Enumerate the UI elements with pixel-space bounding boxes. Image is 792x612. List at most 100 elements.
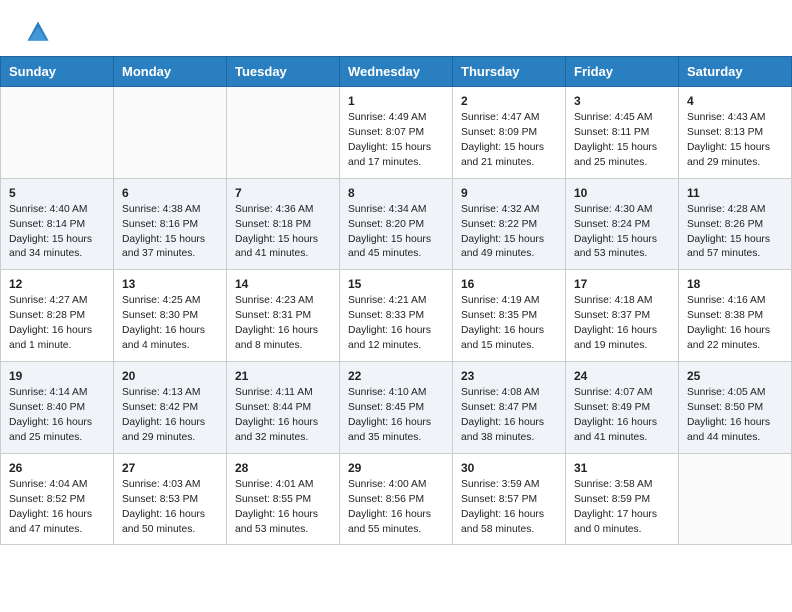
calendar-cell: 12 Sunrise: 4:27 AMSunset: 8:28 PMDayligh… <box>1 270 114 362</box>
day-info: Sunrise: 4:28 AMSunset: 8:26 PMDaylight:… <box>687 203 783 263</box>
day-number: 1 <box>348 94 444 108</box>
calendar-cell: 16 Sunrise: 4:19 AMSunset: 8:35 PMDayligh… <box>453 270 566 362</box>
day-header-saturday: Saturday <box>679 57 792 87</box>
day-info: Sunrise: 4:11 AMSunset: 8:44 PMDaylight:… <box>235 386 331 446</box>
day-info: Sunrise: 4:36 AMSunset: 8:18 PMDaylight:… <box>235 203 331 263</box>
calendar-cell <box>679 453 792 545</box>
logo-icon <box>24 18 52 46</box>
calendar-cell: 4 Sunrise: 4:43 AMSunset: 8:13 PMDaylight… <box>679 87 792 179</box>
day-info: Sunrise: 4:00 AMSunset: 8:56 PMDaylight:… <box>348 478 444 538</box>
day-number: 3 <box>574 94 670 108</box>
calendar-cell: 15 Sunrise: 4:21 AMSunset: 8:33 PMDayligh… <box>340 270 453 362</box>
day-info: Sunrise: 4:45 AMSunset: 8:11 PMDaylight:… <box>574 111 670 171</box>
calendar-cell: 26 Sunrise: 4:04 AMSunset: 8:52 PMDayligh… <box>1 453 114 545</box>
day-info: Sunrise: 3:59 AMSunset: 8:57 PMDaylight:… <box>461 478 557 538</box>
day-number: 25 <box>687 369 783 383</box>
calendar-cell: 25 Sunrise: 4:05 AMSunset: 8:50 PMDayligh… <box>679 362 792 454</box>
day-number: 21 <box>235 369 331 383</box>
day-number: 13 <box>122 277 218 291</box>
day-info: Sunrise: 4:13 AMSunset: 8:42 PMDaylight:… <box>122 386 218 446</box>
day-number: 15 <box>348 277 444 291</box>
day-number: 27 <box>122 461 218 475</box>
calendar-cell <box>227 87 340 179</box>
week-row-5: 26 Sunrise: 4:04 AMSunset: 8:52 PMDayligh… <box>1 453 792 545</box>
day-info: Sunrise: 4:04 AMSunset: 8:52 PMDaylight:… <box>9 478 105 538</box>
week-row-4: 19 Sunrise: 4:14 AMSunset: 8:40 PMDayligh… <box>1 362 792 454</box>
day-info: Sunrise: 4:18 AMSunset: 8:37 PMDaylight:… <box>574 294 670 354</box>
day-info: Sunrise: 4:21 AMSunset: 8:33 PMDaylight:… <box>348 294 444 354</box>
day-info: Sunrise: 3:58 AMSunset: 8:59 PMDaylight:… <box>574 478 670 538</box>
day-number: 12 <box>9 277 105 291</box>
day-header-tuesday: Tuesday <box>227 57 340 87</box>
day-number: 4 <box>687 94 783 108</box>
day-number: 6 <box>122 186 218 200</box>
day-number: 29 <box>348 461 444 475</box>
calendar-cell: 27 Sunrise: 4:03 AMSunset: 8:53 PMDayligh… <box>114 453 227 545</box>
day-info: Sunrise: 4:14 AMSunset: 8:40 PMDaylight:… <box>9 386 105 446</box>
calendar-cell: 17Sunrise: 4:18 AMSunset: 8:37 PMDayligh… <box>566 270 679 362</box>
day-header-wednesday: Wednesday <box>340 57 453 87</box>
day-info: Sunrise: 4:05 AMSunset: 8:50 PMDaylight:… <box>687 386 783 446</box>
calendar-cell: 28 Sunrise: 4:01 AMSunset: 8:55 PMDayligh… <box>227 453 340 545</box>
day-number: 19 <box>9 369 105 383</box>
day-info: Sunrise: 4:19 AMSunset: 8:35 PMDaylight:… <box>461 294 557 354</box>
day-info: Sunrise: 4:01 AMSunset: 8:55 PMDaylight:… <box>235 478 331 538</box>
day-info: Sunrise: 4:27 AMSunset: 8:28 PMDaylight:… <box>9 294 105 354</box>
day-info: Sunrise: 4:08 AMSunset: 8:47 PMDaylight:… <box>461 386 557 446</box>
calendar-cell: 3 Sunrise: 4:45 AMSunset: 8:11 PMDaylight… <box>566 87 679 179</box>
calendar-cell: 11 Sunrise: 4:28 AMSunset: 8:26 PMDayligh… <box>679 178 792 270</box>
calendar-table: SundayMondayTuesdayWednesdayThursdayFrid… <box>0 56 792 545</box>
logo <box>24 18 56 46</box>
day-number: 26 <box>9 461 105 475</box>
day-info: Sunrise: 4:49 AMSunset: 8:07 PMDaylight:… <box>348 111 444 171</box>
day-header-friday: Friday <box>566 57 679 87</box>
day-info: Sunrise: 4:30 AMSunset: 8:24 PMDaylight:… <box>574 203 670 263</box>
calendar-cell: 7 Sunrise: 4:36 AMSunset: 8:18 PMDaylight… <box>227 178 340 270</box>
calendar-cell: 29 Sunrise: 4:00 AMSunset: 8:56 PMDayligh… <box>340 453 453 545</box>
week-row-2: 5 Sunrise: 4:40 AMSunset: 8:14 PMDaylight… <box>1 178 792 270</box>
calendar-cell: 1 Sunrise: 4:49 AMSunset: 8:07 PMDaylight… <box>340 87 453 179</box>
day-number: 7 <box>235 186 331 200</box>
day-number: 5 <box>9 186 105 200</box>
calendar-cell: 8Sunrise: 4:34 AMSunset: 8:20 PMDaylight… <box>340 178 453 270</box>
day-info: Sunrise: 4:16 AMSunset: 8:38 PMDaylight:… <box>687 294 783 354</box>
day-number: 10 <box>574 186 670 200</box>
calendar-cell: 9 Sunrise: 4:32 AMSunset: 8:22 PMDaylight… <box>453 178 566 270</box>
day-number: 14 <box>235 277 331 291</box>
day-info: Sunrise: 4:25 AMSunset: 8:30 PMDaylight:… <box>122 294 218 354</box>
calendar-cell: 19 Sunrise: 4:14 AMSunset: 8:40 PMDayligh… <box>1 362 114 454</box>
week-row-1: 1 Sunrise: 4:49 AMSunset: 8:07 PMDaylight… <box>1 87 792 179</box>
day-info: Sunrise: 4:07 AMSunset: 8:49 PMDaylight:… <box>574 386 670 446</box>
calendar-cell: 23Sunrise: 4:08 AMSunset: 8:47 PMDayligh… <box>453 362 566 454</box>
calendar-cell: 14Sunrise: 4:23 AMSunset: 8:31 PMDayligh… <box>227 270 340 362</box>
day-number: 24 <box>574 369 670 383</box>
calendar-cell: 21 Sunrise: 4:11 AMSunset: 8:44 PMDayligh… <box>227 362 340 454</box>
day-number: 28 <box>235 461 331 475</box>
day-info: Sunrise: 4:40 AMSunset: 8:14 PMDaylight:… <box>9 203 105 263</box>
day-info: Sunrise: 4:34 AMSunset: 8:20 PMDaylight:… <box>348 203 444 263</box>
day-header-monday: Monday <box>114 57 227 87</box>
day-header-thursday: Thursday <box>453 57 566 87</box>
day-number: 30 <box>461 461 557 475</box>
calendar-cell <box>114 87 227 179</box>
calendar-cell: 5 Sunrise: 4:40 AMSunset: 8:14 PMDaylight… <box>1 178 114 270</box>
day-number: 16 <box>461 277 557 291</box>
day-info: Sunrise: 4:03 AMSunset: 8:53 PMDaylight:… <box>122 478 218 538</box>
day-info: Sunrise: 4:10 AMSunset: 8:45 PMDaylight:… <box>348 386 444 446</box>
day-info: Sunrise: 4:43 AMSunset: 8:13 PMDaylight:… <box>687 111 783 171</box>
day-info: Sunrise: 4:47 AMSunset: 8:09 PMDaylight:… <box>461 111 557 171</box>
day-number: 18 <box>687 277 783 291</box>
day-number: 2 <box>461 94 557 108</box>
day-info: Sunrise: 4:32 AMSunset: 8:22 PMDaylight:… <box>461 203 557 263</box>
calendar-cell: 30 Sunrise: 3:59 AMSunset: 8:57 PMDayligh… <box>453 453 566 545</box>
calendar-cell: 6 Sunrise: 4:38 AMSunset: 8:16 PMDaylight… <box>114 178 227 270</box>
day-number: 20 <box>122 369 218 383</box>
page-header <box>0 0 792 56</box>
day-info: Sunrise: 4:38 AMSunset: 8:16 PMDaylight:… <box>122 203 218 263</box>
day-header-sunday: Sunday <box>1 57 114 87</box>
calendar-cell: 10 Sunrise: 4:30 AMSunset: 8:24 PMDayligh… <box>566 178 679 270</box>
day-number: 9 <box>461 186 557 200</box>
day-number: 11 <box>687 186 783 200</box>
calendar-cell: 24 Sunrise: 4:07 AMSunset: 8:49 PMDayligh… <box>566 362 679 454</box>
week-row-3: 12 Sunrise: 4:27 AMSunset: 8:28 PMDayligh… <box>1 270 792 362</box>
